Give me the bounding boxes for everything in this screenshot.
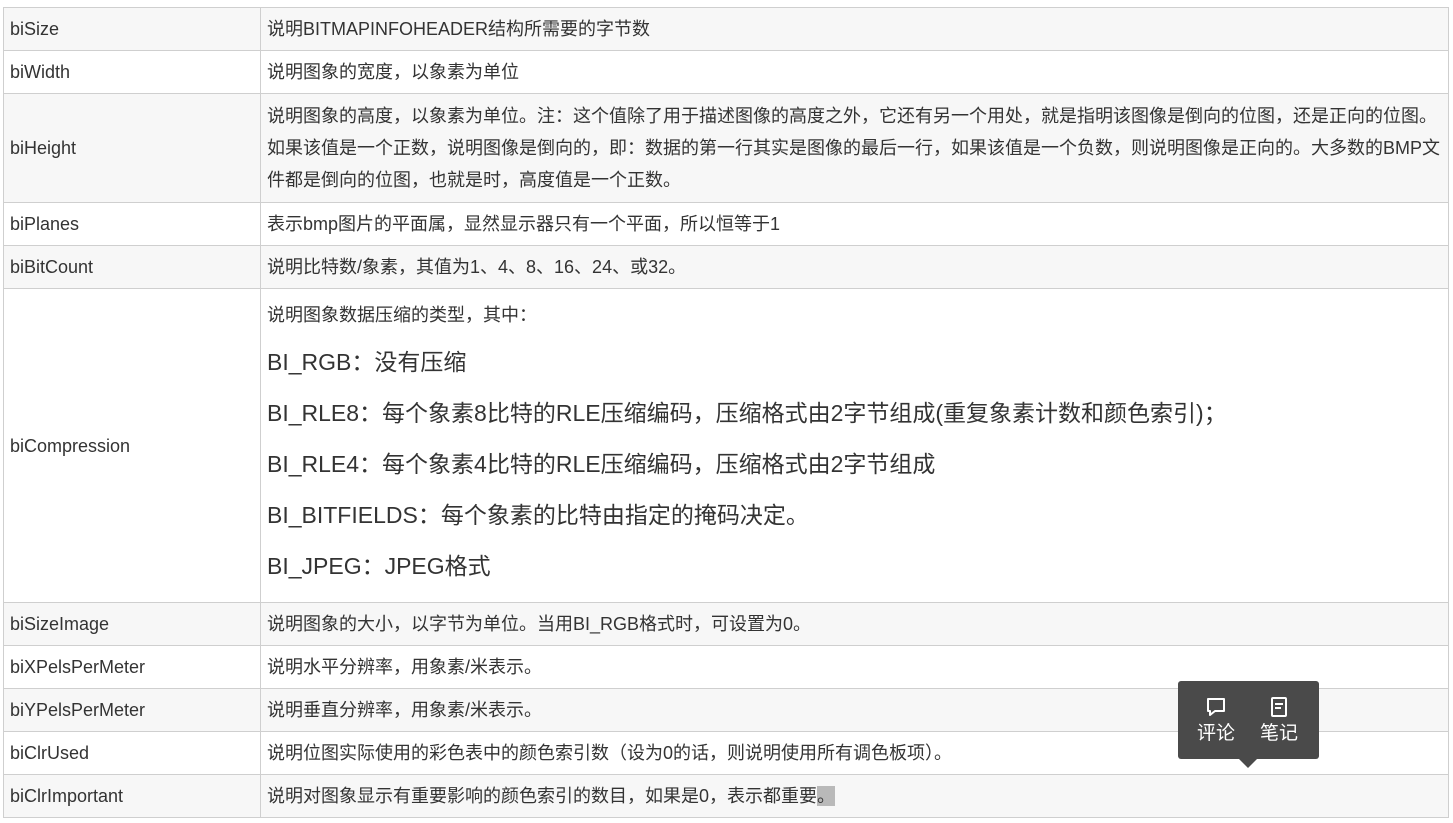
selection-popup: 评论 笔记 (1178, 681, 1319, 768)
field-name: biClrUsed (3, 731, 261, 775)
field-name: biHeight (3, 93, 261, 203)
note-label: 笔记 (1259, 723, 1298, 744)
field-name: biClrImportant (3, 774, 261, 818)
description-text: 说明对图象显示有重要影响的颜色索引的数目，如果是0，表示都重要 (267, 786, 818, 806)
field-name: biXPelsPerMeter (3, 645, 261, 689)
compression-type: BI_RGB：没有压缩 (267, 349, 467, 375)
table-row: biSizeImage 说明图象的大小，以字节为单位。当用BI_RGB格式时，可… (3, 602, 1449, 646)
field-description: 说明BITMAPINFOHEADER结构所需要的字节数 (260, 7, 1449, 51)
field-name: biWidth (3, 50, 261, 94)
field-name: biBitCount (3, 245, 261, 289)
comment-label: 评论 (1196, 723, 1235, 744)
field-name: biSize (3, 7, 261, 51)
note-button[interactable]: 笔记 (1255, 695, 1303, 745)
compression-type: BI_RLE4：每个象素4比特的RLE压缩编码，压缩格式由2字节组成 (267, 451, 936, 477)
comment-icon (1192, 695, 1240, 719)
field-description: 说明图象的大小，以字节为单位。当用BI_RGB格式时，可设置为0。 (260, 602, 1449, 646)
field-description: 说明图象的高度，以象素为单位。注：这个值除了用于描述图像的高度之外，它还有另一个… (260, 93, 1449, 203)
compression-type: BI_JPEG：JPEG格式 (267, 553, 491, 579)
field-description: 表示bmp图片的平面属，显然显示器只有一个平面，所以恒等于1 (260, 202, 1449, 246)
field-name: biYPelsPerMeter (3, 688, 261, 732)
field-name: biSizeImage (3, 602, 261, 646)
table-row: biClrImportant 说明对图象显示有重要影响的颜色索引的数目，如果是0… (3, 774, 1449, 818)
field-description: 说明对图象显示有重要影响的颜色索引的数目，如果是0，表示都重要。 (260, 774, 1449, 818)
table-row: biBitCount 说明比特数/象素，其值为1、4、8、16、24、或32。 (3, 245, 1449, 289)
compression-type: BI_BITFIELDS：每个象素的比特由指定的掩码决定。 (267, 502, 809, 528)
table-row: biPlanes 表示bmp图片的平面属，显然显示器只有一个平面，所以恒等于1 (3, 202, 1449, 246)
field-description: 说明图象的宽度，以象素为单位 (260, 50, 1449, 94)
field-description: 说明比特数/象素，其值为1、4、8、16、24、或32。 (260, 245, 1449, 289)
note-icon (1255, 695, 1303, 719)
table-row: biHeight 说明图象的高度，以象素为单位。注：这个值除了用于描述图像的高度… (3, 93, 1449, 203)
compression-intro: 说明图象数据压缩的类型，其中： (267, 305, 537, 325)
table-row: biCompression 说明图象数据压缩的类型，其中： BI_RGB：没有压… (3, 288, 1449, 603)
field-name: biPlanes (3, 202, 261, 246)
field-description: 说明图象数据压缩的类型，其中： BI_RGB：没有压缩 BI_RLE8：每个象素… (260, 288, 1449, 603)
field-name: biCompression (3, 288, 261, 603)
compression-type: BI_RLE8：每个象素8比特的RLE压缩编码，压缩格式由2字节组成(重复象素计… (267, 400, 1227, 426)
table-row: biWidth 说明图象的宽度，以象素为单位 (3, 50, 1449, 94)
selected-text[interactable]: 。 (817, 786, 836, 806)
comment-button[interactable]: 评论 (1192, 695, 1240, 745)
table-row: biSize 说明BITMAPINFOHEADER结构所需要的字节数 (3, 7, 1449, 51)
